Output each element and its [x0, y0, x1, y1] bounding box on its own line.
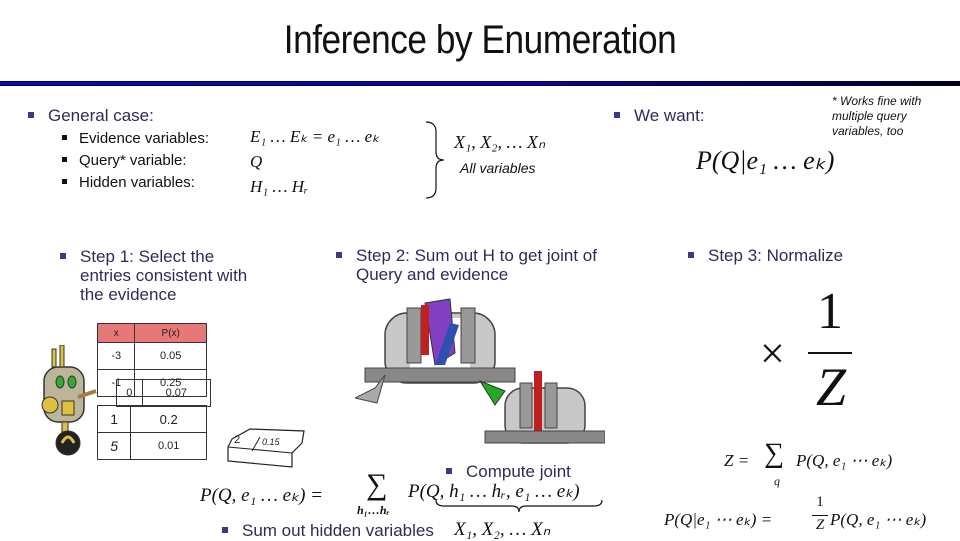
final-lhs: P(Q|e₁ ⋯ eₖ) = [664, 510, 773, 529]
step2-label: Step 2: Sum out H to get joint of Query … [356, 246, 597, 284]
table-row: -3 0.05 [96, 342, 207, 370]
all-variables-label: All variables [460, 160, 536, 176]
discarded-p: 0.15 [262, 437, 280, 447]
step3-label: Step 3: Normalize [708, 246, 844, 265]
bullet-icon [60, 253, 66, 259]
title-divider [0, 81, 960, 86]
general-case-math: E₁ … Eₖ = e₁ … eₖ Q H₁ … Hᵣ [250, 124, 379, 199]
final-rhs: P(Q, e₁ ⋯ eₖ) [830, 510, 927, 529]
we-want-math: P(Q|e₁ … eₖ) [696, 146, 835, 175]
sum-out-label: Sum out hidden variables [242, 521, 434, 540]
cell-p: 0.07 [141, 379, 212, 407]
bullet-icon [222, 526, 228, 533]
table-header-row: x P(x) [96, 323, 207, 343]
header-px: P(x) [134, 323, 207, 343]
bullet-icon [28, 111, 34, 118]
normalize-denominator: Z [815, 357, 847, 417]
cell-x: 5 [96, 432, 132, 460]
query-label: Query* variable: [79, 152, 187, 169]
bullet-icon [336, 252, 342, 258]
sum-out-math: X₁, X₂, … Xₙ [454, 519, 551, 540]
z-sum-symbol: ∑ [764, 438, 784, 469]
we-want-label: We want: [634, 106, 705, 125]
sum-symbol: ∑ [366, 468, 388, 501]
bullet-icon [62, 134, 67, 140]
hidden-label: Hidden variables: [79, 174, 195, 191]
compute-joint-label: Compute joint [466, 462, 571, 481]
cell-p: 0.01 [130, 432, 207, 460]
probability-table-shifted-row: 0 0.07 [116, 379, 212, 407]
compute-joint-note: Compute joint [446, 462, 571, 482]
list-item-evidence: Evidence variables: [62, 128, 209, 150]
step2-text: Step 2: Sum out H to get joint of Query … [336, 246, 636, 284]
general-case-list: Evidence variables: Query* variable: Hid… [62, 128, 209, 194]
normalize-numerator: 1 [817, 283, 843, 340]
table-row: 1 0.2 [96, 405, 207, 433]
cell-x: -3 [96, 342, 136, 370]
discarded-x: 2 [234, 434, 241, 446]
right-brace-icon [425, 121, 445, 199]
fraction-bar [808, 352, 852, 354]
step1-text: Step 1: Select the entries consistent wi… [60, 247, 250, 304]
z-def-rhs: P(Q, e₁ ⋯ eₖ) [796, 451, 893, 470]
z-def-lhs: Z = [724, 451, 750, 470]
bullet-icon [62, 178, 67, 184]
final-numerator: 1 [816, 494, 824, 510]
list-item-hidden: Hidden variables: [62, 172, 209, 194]
general-case-heading: General case: [28, 106, 154, 126]
evidence-math: E₁ … Eₖ = e₁ … eₖ [250, 127, 380, 146]
vise-illustration-icon [355, 298, 605, 444]
probability-table-bottom: 1 0.2 5 0.01 [96, 405, 207, 460]
bullet-icon [62, 156, 67, 162]
cell-p: 0.05 [134, 342, 207, 370]
list-item-query: Query* variable: [62, 150, 209, 172]
query-math: Q [250, 152, 263, 171]
z-sum-subscript: q [774, 474, 780, 488]
final-denominator: Z [815, 517, 825, 533]
final-fraction-bar [812, 515, 828, 516]
all-variables-math: X₁, X₂, … Xₙ [454, 132, 546, 152]
times-symbol: × [760, 329, 785, 378]
footnote: * Works fine with multiple query variabl… [832, 94, 922, 138]
bullet-icon [614, 111, 620, 118]
bullet-icon [688, 251, 694, 258]
sum-subscript: h₁…hᵣ [357, 503, 390, 517]
cell-x: 0 [116, 379, 143, 407]
general-case-label: General case: [48, 106, 154, 125]
under-brace-icon [435, 499, 603, 513]
step1-label: Step 1: Select the entries consistent wi… [80, 247, 248, 304]
bullet-icon [446, 467, 452, 474]
discarded-entry-block [227, 428, 305, 468]
table-row: 5 0.01 [96, 432, 207, 460]
slide-title: Inference by Enumeration [283, 18, 677, 62]
we-want-heading: We want: [614, 106, 705, 126]
cell-x: 1 [96, 405, 132, 433]
table-row: 0 0.07 [116, 379, 212, 407]
cell-p: 0.2 [130, 405, 207, 433]
sum-out-note: Sum out hidden variables [222, 521, 434, 541]
step3-text: Step 3: Normalize [688, 246, 843, 266]
header-x: x [96, 323, 136, 343]
joint-lhs: P(Q, e₁ … eₖ) = [200, 485, 324, 506]
evidence-label: Evidence variables: [79, 130, 210, 147]
hidden-math: H₁ … Hᵣ [250, 177, 309, 196]
